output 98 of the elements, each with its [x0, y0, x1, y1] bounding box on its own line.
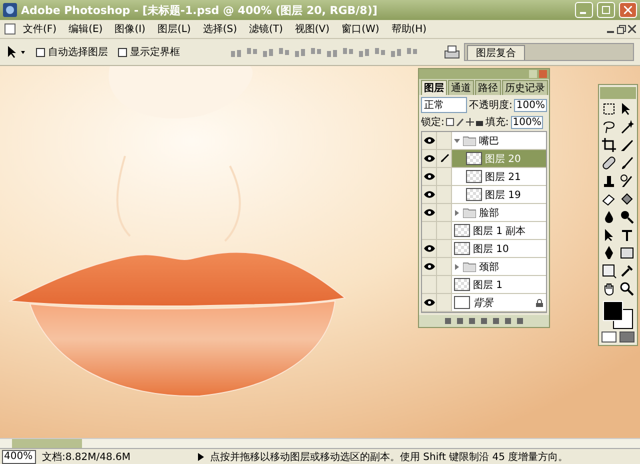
magic-wand-icon[interactable] — [619, 119, 635, 135]
menu-item[interactable]: 帮助(H) — [386, 21, 432, 37]
app-icon — [3, 3, 17, 17]
dodge-icon[interactable] — [619, 209, 635, 225]
lock-label: 锁定: — [421, 116, 444, 129]
checkbox[interactable]: 自动选择图层 — [36, 45, 108, 59]
toolbox-header — [600, 87, 636, 99]
type-tool-icon[interactable] — [619, 227, 635, 243]
visibility-toggle[interactable] — [422, 276, 437, 293]
visibility-toggle[interactable] — [422, 240, 437, 257]
visibility-toggle[interactable] — [422, 294, 437, 311]
eyedropper-icon[interactable] — [619, 263, 635, 279]
layer-row[interactable]: 嘴巴 — [452, 132, 546, 149]
panel-tab[interactable]: 路径 — [475, 80, 501, 95]
disclosure-triangle-icon[interactable] — [454, 138, 460, 144]
disclosure-triangle-icon[interactable] — [454, 210, 460, 216]
menu-item[interactable]: 图像(I) — [110, 21, 150, 37]
rectangle-icon[interactable] — [619, 245, 635, 261]
layer-thumbnail — [454, 296, 470, 309]
magnifier-icon[interactable] — [619, 281, 635, 297]
menu-item[interactable]: 图层(L) — [152, 21, 196, 37]
lasso-icon[interactable] — [601, 119, 617, 135]
close-icon[interactable] — [628, 25, 636, 33]
checkbox[interactable]: 显示定界框 — [118, 45, 180, 59]
zoom-field[interactable]: 400% — [2, 450, 36, 464]
layer-thumbnail — [454, 278, 470, 291]
layer-row[interactable]: 图层 1 副本 — [452, 222, 546, 239]
restore-icon[interactable] — [617, 24, 626, 34]
visibility-toggle[interactable] — [422, 222, 437, 239]
eye-icon — [424, 209, 434, 216]
maximize-icon — [602, 6, 610, 14]
eye-icon — [424, 191, 434, 198]
note-icon[interactable] — [601, 263, 617, 279]
marquee-icon[interactable] — [601, 101, 617, 117]
scrollbar-thumb[interactable] — [12, 439, 82, 448]
panel-tab[interactable]: 通道 — [448, 80, 474, 95]
fill-label: 填充: — [485, 116, 509, 129]
visibility-toggle[interactable] — [422, 258, 437, 275]
document-icon — [4, 23, 16, 35]
layer-thumbnail — [466, 188, 482, 201]
layer-row[interactable]: 脸部 — [452, 204, 546, 221]
menu-item[interactable]: 编辑(E) — [64, 21, 108, 37]
visibility-toggle[interactable] — [422, 150, 437, 167]
menu-item[interactable]: 文件(F) — [18, 21, 62, 37]
layer-thumbnail — [466, 152, 482, 165]
eye-icon — [424, 245, 434, 252]
eye-icon — [424, 263, 434, 270]
menu-item[interactable]: 选择(S) — [198, 21, 242, 37]
layer-thumbnail — [466, 170, 482, 183]
layer-row[interactable]: 图层 1 — [452, 276, 546, 293]
eye-icon — [424, 155, 434, 162]
layer-row[interactable]: 背景 — [452, 294, 546, 311]
layer-row[interactable]: 图层 10 — [452, 240, 546, 257]
opacity-field[interactable]: 100% — [514, 98, 547, 112]
document-size: 文档:8.82M/48.6M — [42, 450, 132, 464]
layer-row[interactable]: 颈部 — [452, 258, 546, 275]
brush-icon[interactable] — [619, 155, 635, 171]
palette-tab[interactable]: 图层复合 — [467, 45, 525, 60]
panel-tab[interactable]: 图层 — [421, 80, 447, 95]
horizontal-scrollbar[interactable] — [0, 438, 640, 448]
menu-item[interactable]: 视图(V) — [290, 21, 335, 37]
foreground-color-swatch[interactable] — [603, 301, 623, 321]
palette-well-icon[interactable] — [444, 45, 460, 59]
menu-item[interactable]: 滤镜(T) — [244, 21, 288, 37]
window-title: Adobe Photoshop - [未标题-1.psd @ 400% (图层 20, RGB/8)] — [21, 2, 378, 18]
brush-icon — [440, 154, 448, 163]
visibility-toggle[interactable] — [422, 132, 437, 149]
lock-icon[interactable] — [476, 118, 484, 126]
move-arrows-icon[interactable] — [466, 118, 474, 126]
status-hint: 点按并拖移以移动图层或移动选区的副本。使用 Shift 键限制沿 45 度增量方向。 — [210, 450, 568, 464]
visibility-toggle[interactable] — [422, 204, 437, 221]
eye-icon — [424, 299, 434, 306]
stamp-icon[interactable] — [601, 173, 617, 189]
menu-item[interactable]: 窗口(W) — [336, 21, 384, 37]
visibility-toggle[interactable] — [422, 168, 437, 185]
opacity-label: 不透明度: — [469, 98, 512, 112]
layer-row[interactable]: 图层 19 — [452, 186, 546, 203]
fill-field[interactable]: 100% — [510, 116, 544, 128]
crop-icon[interactable] — [601, 137, 617, 153]
layer-thumbnail — [454, 242, 470, 255]
play-arrow-icon — [198, 452, 204, 460]
disclosure-triangle-icon[interactable] — [454, 264, 460, 270]
lock-icon — [536, 298, 543, 306]
close-button[interactable] — [619, 2, 637, 18]
blend-mode-dropdown[interactable]: 正常 — [421, 97, 467, 113]
visibility-toggle[interactable] — [422, 186, 437, 203]
paint-bucket-icon[interactable] — [619, 191, 635, 207]
panel-tab[interactable]: 历史记录 — [502, 80, 548, 95]
layer-row[interactable]: 图层 21 — [452, 168, 546, 185]
eye-icon — [424, 173, 434, 180]
move-tool-icon[interactable] — [6, 45, 26, 59]
standard-mode-icon[interactable] — [601, 331, 617, 343]
quick-mask-icon[interactable] — [619, 331, 635, 343]
layer-thumbnail — [454, 224, 470, 237]
close-icon — [624, 6, 632, 14]
eye-icon — [424, 137, 434, 144]
lock-transparency-icon[interactable] — [446, 118, 454, 126]
brush-icon[interactable] — [456, 118, 464, 126]
